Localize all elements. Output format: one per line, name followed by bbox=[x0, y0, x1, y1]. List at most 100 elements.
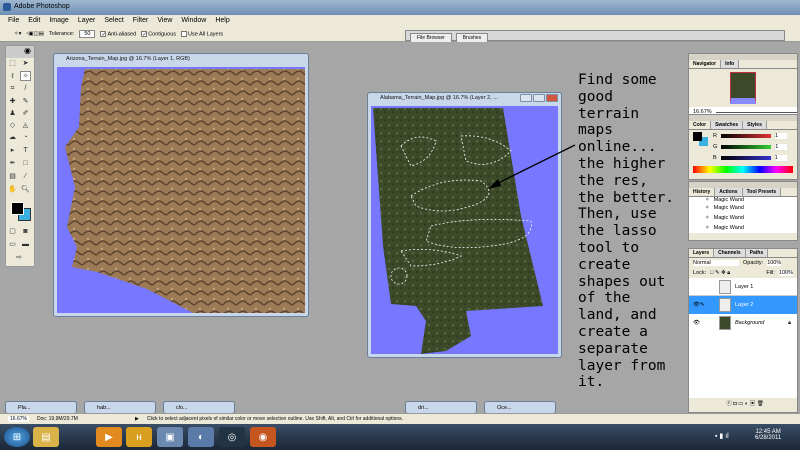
tray-icons[interactable]: ▪ ▮ ıl bbox=[715, 432, 729, 440]
foreground-color-swatch[interactable] bbox=[11, 202, 24, 215]
history-brush-icon[interactable]: ✐ bbox=[20, 109, 31, 119]
tab-paths[interactable]: Paths bbox=[745, 249, 769, 257]
eyedropper-icon[interactable]: ⁄ bbox=[20, 173, 31, 183]
history-item[interactable]: ✧ Magic Wand bbox=[701, 223, 797, 233]
app-icon-2[interactable]: ◎ bbox=[219, 427, 245, 447]
magic-wand-preset-icon[interactable]: ✧▾ bbox=[14, 31, 21, 37]
tab-actions[interactable]: Actions bbox=[715, 188, 743, 196]
anti-aliased-checkbox[interactable]: ✓Anti-aliased bbox=[100, 30, 136, 38]
alabama-document-window[interactable]: Alabama_Terrain_Map.jpg @ 16.7% (Layer 2… bbox=[367, 92, 562, 358]
g-slider[interactable] bbox=[721, 145, 772, 149]
menu-help[interactable]: Help bbox=[215, 17, 229, 27]
marquee-tool-icon[interactable]: ⬚ bbox=[7, 59, 18, 69]
menu-view[interactable]: View bbox=[157, 17, 172, 27]
screen-mode-icon[interactable]: ▭ bbox=[7, 240, 18, 250]
app-icon[interactable]: н bbox=[126, 427, 152, 447]
bucket-tool-icon[interactable]: ◬ bbox=[20, 121, 31, 131]
tab-layers[interactable]: Layers bbox=[689, 249, 715, 257]
tab-tool-presets[interactable]: Tool Presets bbox=[742, 188, 782, 196]
layer-row[interactable]: 👁︎ Background 🔒︎ bbox=[689, 314, 797, 332]
eraser-tool-icon[interactable]: ◇ bbox=[7, 121, 18, 131]
use-all-layers-checkbox[interactable]: Use All Layers bbox=[181, 30, 223, 37]
b-slider[interactable] bbox=[720, 156, 771, 160]
menu-window[interactable]: Window bbox=[181, 17, 206, 27]
media-player-icon[interactable]: ▶ bbox=[96, 427, 122, 447]
quickmask-mode-icon[interactable]: ◙ bbox=[20, 228, 31, 238]
tab-navigator[interactable]: Navigator bbox=[689, 60, 722, 68]
stamp-tool-icon[interactable]: ♟ bbox=[7, 109, 18, 119]
tolerance-input[interactable]: 50 bbox=[79, 30, 96, 38]
history-item[interactable]: ✧ Magic Wand bbox=[701, 203, 797, 213]
network-icon[interactable]: ▣ bbox=[157, 427, 183, 447]
slice-tool-icon[interactable]: / bbox=[20, 85, 31, 95]
menu-layer[interactable]: Layer bbox=[78, 17, 96, 27]
standard-mode-icon[interactable]: ▢ bbox=[7, 227, 18, 237]
magic-wand-tool-icon[interactable]: ✧ bbox=[20, 71, 31, 81]
r-value[interactable]: 1 bbox=[774, 133, 787, 139]
path-select-icon[interactable]: ▸ bbox=[7, 146, 18, 156]
explorer-icon[interactable]: ▤ bbox=[33, 427, 59, 447]
tab-file-browser[interactable]: File Browser bbox=[410, 33, 452, 42]
tab-history[interactable]: History bbox=[689, 188, 716, 196]
lasso-tool-icon[interactable]: ℓ bbox=[7, 73, 18, 83]
clock[interactable]: 12:45 AM 6/28/2011 bbox=[755, 429, 781, 441]
history-item[interactable]: ✧ Magic Wand bbox=[701, 213, 797, 223]
menu-select[interactable]: Select bbox=[104, 17, 123, 27]
zoom-tool-icon[interactable]: 🔍︎ bbox=[20, 185, 31, 195]
g-value[interactable]: 1 bbox=[775, 144, 788, 150]
minimize-button[interactable] bbox=[520, 94, 532, 102]
menu-file[interactable]: File bbox=[8, 17, 19, 27]
eye-icon[interactable]: 👁︎✎ bbox=[693, 302, 715, 308]
fill-input[interactable]: 100% bbox=[778, 270, 793, 276]
shape-tool-icon[interactable]: □ bbox=[20, 160, 31, 170]
close-button[interactable] bbox=[546, 94, 558, 102]
status-zoom[interactable]: 16.67% bbox=[8, 416, 29, 422]
tab-color[interactable]: Color bbox=[689, 121, 712, 129]
navigator-thumbnail[interactable] bbox=[730, 72, 756, 104]
full-screen-icon[interactable]: ▬ bbox=[20, 241, 31, 251]
color-ramp[interactable] bbox=[693, 166, 793, 173]
arizona-document-window[interactable]: Arizona_Terrain_Map.jpg @ 16.7% (Layer 1… bbox=[53, 53, 309, 317]
contiguous-checkbox[interactable]: ✓Contiguous bbox=[141, 30, 176, 38]
move-tool-icon[interactable]: ➤ bbox=[20, 59, 31, 69]
menu-filter[interactable]: Filter bbox=[133, 17, 149, 27]
selection-mode-icons[interactable]: ▫▣◫▤ bbox=[26, 31, 44, 37]
adobe-online-icon[interactable]: ◉ bbox=[6, 46, 34, 58]
start-button[interactable]: ⊞ bbox=[4, 427, 30, 447]
lock-icons[interactable]: □ ✎ ✥ 🔒︎ bbox=[710, 270, 730, 277]
arizona-canvas[interactable] bbox=[57, 67, 305, 313]
tab-info[interactable]: Info bbox=[721, 60, 740, 68]
brush-tool-icon[interactable]: ✎ bbox=[20, 97, 31, 107]
b-value[interactable]: 1 bbox=[774, 155, 787, 161]
opacity-input[interactable]: 100% bbox=[767, 260, 782, 266]
tab-brushes[interactable]: Brushes bbox=[455, 33, 489, 42]
tab-channels[interactable]: Channels bbox=[714, 249, 746, 257]
photoshop-taskbar-icon[interactable]: ◐ bbox=[188, 427, 214, 447]
healing-tool-icon[interactable]: ✚ bbox=[7, 97, 18, 107]
eye-icon[interactable]: 👁︎ bbox=[693, 320, 715, 326]
menu-edit[interactable]: Edit bbox=[28, 17, 40, 27]
r-slider[interactable] bbox=[720, 134, 771, 138]
blur-tool-icon[interactable]: ☁ bbox=[7, 133, 18, 143]
navigator-zoom-slider[interactable] bbox=[715, 111, 797, 113]
menu-image[interactable]: Image bbox=[49, 17, 68, 27]
tab-swatches[interactable]: Swatches bbox=[711, 121, 744, 129]
hand-tool-icon[interactable]: ✋ bbox=[7, 185, 18, 195]
notes-tool-icon[interactable]: ▤ bbox=[7, 172, 18, 182]
blend-mode-select[interactable]: Normal bbox=[693, 260, 739, 266]
crop-tool-icon[interactable]: ⌗ bbox=[7, 85, 18, 95]
firefox-icon[interactable]: ◉ bbox=[250, 427, 276, 447]
dodge-tool-icon[interactable]: ◔ bbox=[20, 134, 31, 144]
status-doc-size[interactable]: Doc: 19.9M/29.7M bbox=[37, 416, 127, 422]
layer-row[interactable]: 👁︎✎ Layer 2 bbox=[689, 296, 797, 314]
play-icon[interactable]: ▶ bbox=[135, 416, 139, 422]
layers-footer-icons[interactable]: ⓕ ◘ ▭ ◐ ▣ 🗑︎ bbox=[689, 398, 797, 408]
type-tool-icon[interactable]: T bbox=[20, 147, 31, 157]
tab-styles[interactable]: Styles bbox=[743, 121, 767, 129]
pen-tool-icon[interactable]: ✒ bbox=[7, 159, 18, 169]
maximize-button[interactable] bbox=[533, 94, 545, 102]
foreground-color[interactable] bbox=[693, 132, 702, 141]
jump-to-imageready-icon[interactable]: ⇨ bbox=[7, 253, 31, 263]
color-swatches[interactable] bbox=[6, 200, 34, 226]
layer-row[interactable]: Layer 1 bbox=[689, 278, 797, 296]
